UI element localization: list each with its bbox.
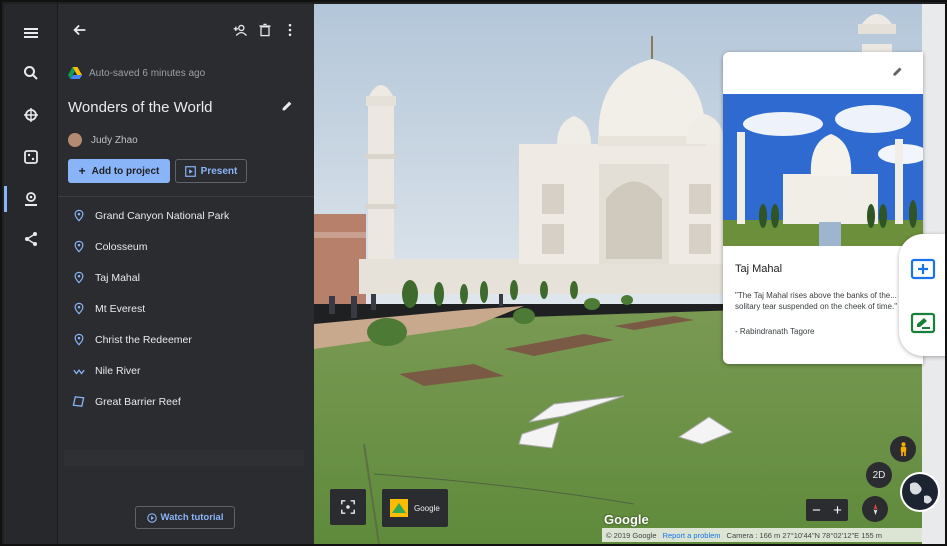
- autosave-text: Auto-saved 6 minutes ago: [89, 67, 206, 79]
- menu-icon[interactable]: [16, 18, 46, 48]
- zoom-out-button[interactable]: −: [812, 502, 821, 519]
- back-arrow-icon[interactable]: [70, 20, 90, 40]
- place-pin-icon: [72, 302, 86, 316]
- list-item[interactable]: Mt Everest: [58, 293, 314, 324]
- watch-tutorial-label: Watch tutorial: [160, 512, 224, 523]
- watch-tutorial-button[interactable]: Watch tutorial: [135, 506, 235, 529]
- edit-card-icon[interactable]: [891, 65, 905, 79]
- pegman-button[interactable]: [890, 436, 916, 462]
- capture-view-button[interactable]: [330, 489, 366, 525]
- pegman-icon: [900, 442, 906, 457]
- project-panel: Auto-saved 6 minutes ago Wonders of the …: [58, 4, 314, 544]
- list-item[interactable]: Colosseum: [58, 231, 314, 262]
- add-fullscreen-slide-icon[interactable]: [909, 256, 937, 284]
- trash-icon[interactable]: [255, 20, 275, 40]
- map-footer: © 2019 Google Report a problem Camera : …: [602, 528, 922, 542]
- present-label: Present: [200, 165, 238, 177]
- add-collaborator-icon[interactable]: [230, 20, 250, 40]
- card-quote: "The Taj Mahal rises above the banks of …: [735, 291, 918, 311]
- knowledge-card[interactable]: Taj Mahal "The Taj Mahal rises above the…: [723, 52, 923, 364]
- place-pin-icon: [72, 209, 86, 223]
- copyright-text: © 2019 Google: [606, 530, 657, 540]
- google-watermark: Google: [604, 512, 649, 527]
- card-citation: - Rabindranath Tagore: [735, 327, 815, 336]
- voyager-icon[interactable]: [16, 100, 46, 130]
- list-item[interactable]: Nile River: [58, 355, 314, 386]
- empty-row-placeholder: [64, 450, 304, 466]
- panel-divider: [58, 196, 314, 197]
- list-item[interactable]: Christ the Redeemer: [58, 324, 314, 355]
- add-to-project-button[interactable]: + Add to project: [68, 159, 170, 183]
- author-name: Judy Zhao: [91, 134, 138, 146]
- list-item[interactable]: Taj Mahal: [58, 262, 314, 293]
- google-drive-icon: [68, 67, 82, 79]
- report-problem-link[interactable]: Report a problem: [663, 531, 721, 540]
- more-vert-icon[interactable]: [280, 20, 300, 40]
- add-to-project-label: Add to project: [91, 165, 160, 177]
- search-icon[interactable]: [16, 58, 46, 88]
- place-pin-icon: [72, 240, 86, 254]
- rail-active-indicator: [4, 186, 7, 212]
- place-label: Great Barrier Reef: [95, 395, 181, 408]
- place-pin-icon: [72, 271, 86, 285]
- avatar: [68, 133, 82, 147]
- app-window: Auto-saved 6 minutes ago Wonders of the …: [0, 0, 947, 546]
- edit-title-icon[interactable]: [280, 99, 296, 115]
- zoom-in-button[interactable]: +: [833, 502, 842, 519]
- polygon-shape-icon: [72, 395, 86, 409]
- floating-actions: [899, 234, 945, 356]
- plus-icon: +: [78, 164, 86, 178]
- camera-info: Camera : 166 m 27°10'44"N 78°02'12"E 155…: [726, 530, 883, 540]
- list-item[interactable]: Grand Canyon National Park: [58, 200, 314, 231]
- place-pin-icon: [72, 333, 86, 347]
- share-icon[interactable]: [16, 224, 46, 254]
- card-title: Taj Mahal: [735, 263, 783, 275]
- globe-icon: [902, 474, 938, 510]
- map-thumbnail-icon: [390, 499, 408, 517]
- imagery-source-label: Google: [414, 503, 440, 513]
- place-label: Nile River: [95, 364, 141, 377]
- projects-icon[interactable]: [16, 184, 46, 214]
- autosave-status: Auto-saved 6 minutes ago: [68, 67, 205, 79]
- compass-icon: [873, 503, 877, 515]
- place-label: Colosseum: [95, 240, 148, 253]
- line-path-icon: [72, 364, 86, 378]
- taj-mahal-photo: [723, 94, 923, 246]
- list-item[interactable]: Great Barrier Reef: [58, 386, 314, 417]
- present-icon: [184, 165, 196, 177]
- play-circle-icon: [146, 512, 157, 523]
- globe-button[interactable]: [900, 472, 940, 512]
- imagery-source-chip[interactable]: Google: [382, 489, 448, 527]
- place-label: Taj Mahal: [95, 271, 140, 284]
- toggle-2d-button[interactable]: 2D: [866, 462, 892, 488]
- dice-icon[interactable]: [16, 142, 46, 172]
- left-nav-rail: [4, 4, 58, 544]
- zoom-controls: − +: [806, 499, 848, 521]
- present-button[interactable]: Present: [175, 159, 247, 183]
- place-label: Mt Everest: [95, 302, 146, 315]
- place-list: Grand Canyon National Park Colosseum Taj…: [58, 200, 314, 417]
- add-text-slide-icon[interactable]: [909, 310, 937, 338]
- place-label: Grand Canyon National Park: [95, 209, 230, 222]
- panel-toolbar: [58, 4, 314, 56]
- place-label: Christ the Redeemer: [95, 333, 192, 346]
- compass-button[interactable]: [862, 496, 888, 522]
- focus-frame-icon: [341, 500, 355, 514]
- toggle-2d-label: 2D: [872, 469, 886, 481]
- project-title: Wonders of the World: [68, 99, 213, 116]
- project-author: Judy Zhao: [68, 133, 138, 147]
